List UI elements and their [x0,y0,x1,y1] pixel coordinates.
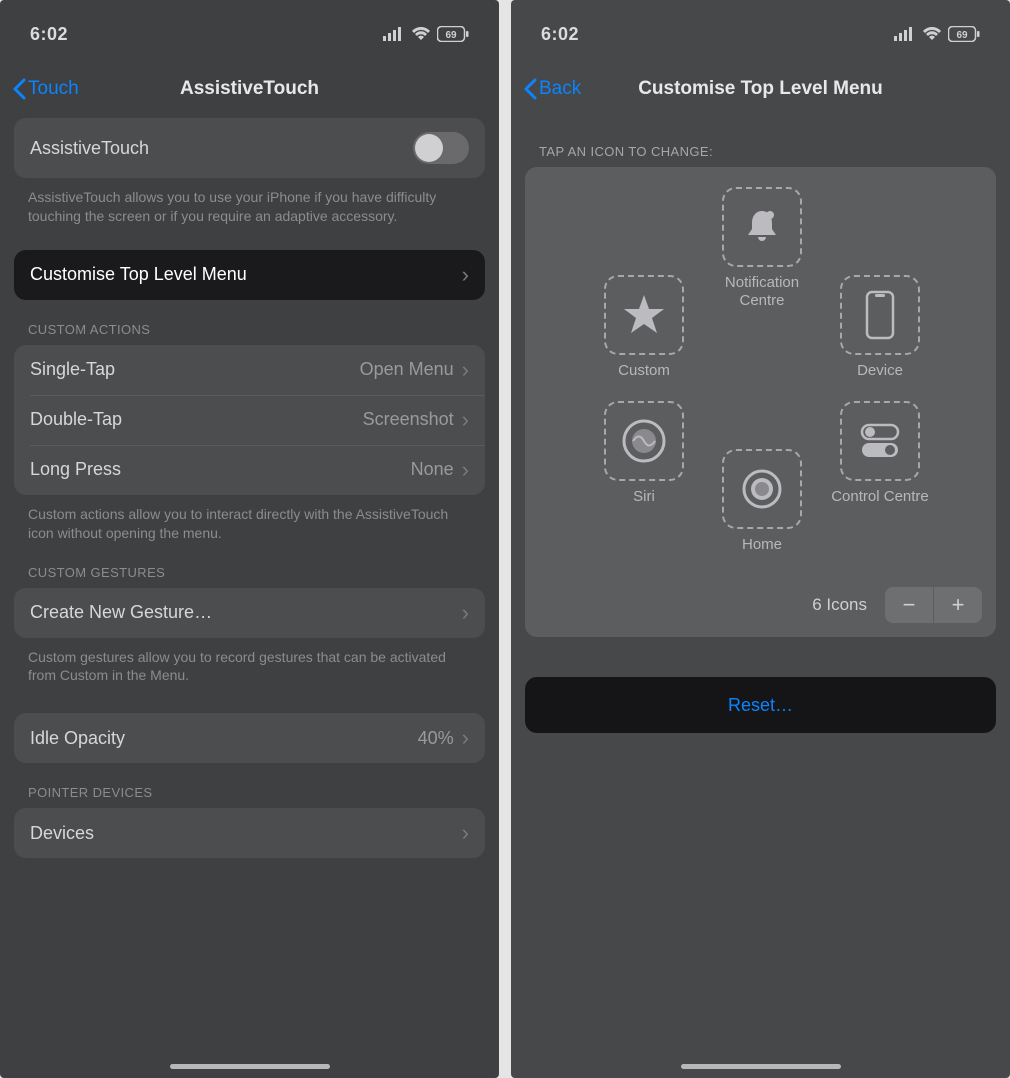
home-indicator[interactable] [170,1064,330,1069]
back-button[interactable]: Touch [12,78,79,100]
idle-opacity-value: 40% [418,728,454,749]
wifi-icon [922,27,942,41]
cellular-icon [383,27,405,41]
status-bar: 6:02 69 [511,0,1010,50]
pointer-devices-header: POINTER DEVICES [14,763,485,808]
home-slot[interactable]: Home [707,449,817,554]
chevron-right-icon: › [462,459,469,481]
chevron-right-icon: › [462,359,469,381]
custom-slot[interactable]: Custom [589,275,699,380]
svg-text:69: 69 [445,30,457,41]
notification-bell-icon [742,207,782,247]
status-time: 6:02 [30,24,68,45]
svg-text:69: 69 [956,30,968,41]
home-button-icon [740,467,784,511]
long-press-value: None [411,459,454,480]
single-tap-value: Open Menu [360,359,454,380]
back-label: Back [539,78,581,100]
create-gesture-label: Create New Gesture… [30,602,212,623]
status-right-cluster: 69 [894,26,980,42]
chevron-right-icon: › [462,727,469,749]
gestures-desc: Custom gestures allow you to record gest… [14,638,485,686]
chevron-left-icon [523,78,537,100]
chevron-left-icon [12,78,26,100]
status-time: 6:02 [541,24,579,45]
nav-header: Touch AssistiveTouch [0,50,499,118]
customise-top-level-menu-row[interactable]: Customise Top Level Menu › [14,250,485,300]
chevron-right-icon: › [462,264,469,286]
devices-label: Devices [30,823,94,844]
control-centre-slot[interactable]: Control Centre [825,401,935,506]
chevron-right-icon: › [462,602,469,624]
notification-centre-slot[interactable]: Notification Centre [707,187,817,310]
single-tap-row[interactable]: Single-Tap Open Menu › [14,345,485,395]
custom-star-icon [622,293,666,337]
siri-icon [621,418,667,464]
battery-icon: 69 [948,26,980,42]
icon-label: Device [857,362,903,380]
long-press-row[interactable]: Long Press None › [14,445,485,495]
page-title: Customise Top Level Menu [511,78,1010,100]
icon-area: Notification Centre Custom Device Siri C… [539,187,982,577]
icon-label: Control Centre [831,488,929,506]
create-gesture-row[interactable]: Create New Gesture… › [14,588,485,638]
device-phone-icon [865,290,895,340]
customise-label: Customise Top Level Menu [30,264,247,285]
reset-button[interactable]: Reset… [525,677,996,733]
idle-opacity-row[interactable]: Idle Opacity 40% › [14,713,485,763]
chevron-right-icon: › [462,409,469,431]
idle-opacity-label: Idle Opacity [30,728,125,749]
custom-actions-header: CUSTOM ACTIONS [14,300,485,345]
toggle-off[interactable] [413,132,469,164]
long-press-label: Long Press [30,459,121,480]
double-tap-row[interactable]: Double-Tap Screenshot › [14,395,485,445]
stepper-minus[interactable]: − [885,587,933,623]
left-phone-assistivetouch: 6:02 69 Touch AssistiveTouch AssistiveTo… [0,0,499,1078]
icon-label: Home [742,536,782,554]
status-right-cluster: 69 [383,26,469,42]
single-tap-label: Single-Tap [30,359,115,380]
double-tap-value: Screenshot [363,409,454,430]
device-slot[interactable]: Device [825,275,935,380]
icon-count: 6 Icons [812,595,867,615]
custom-actions-desc: Custom actions allow you to interact dir… [14,495,485,543]
assistivetouch-toggle-row[interactable]: AssistiveTouch [14,118,485,178]
home-indicator[interactable] [681,1064,841,1069]
icon-label: Custom [618,362,670,380]
icon-label: Siri [633,488,655,506]
toggle-desc: AssistiveTouch allows you to use your iP… [14,178,485,226]
right-phone-customise-menu: 6:02 69 Back Customise Top Level Menu TA… [511,0,1010,1078]
chevron-right-icon: › [462,822,469,844]
stepper-plus[interactable]: + [934,587,982,623]
reset-label: Reset… [728,695,793,716]
icon-count-stepper: − + [885,587,982,623]
cellular-icon [894,27,916,41]
siri-slot[interactable]: Siri [589,401,699,506]
icon-arrangement-panel: Notification Centre Custom Device Siri C… [525,167,996,637]
devices-row[interactable]: Devices › [14,808,485,858]
back-label: Touch [28,78,79,100]
double-tap-label: Double-Tap [30,409,122,430]
battery-icon: 69 [437,26,469,42]
toggle-label: AssistiveTouch [30,138,149,159]
wifi-icon [411,27,431,41]
back-button[interactable]: Back [523,78,581,100]
icon-label: Notification Centre [707,274,817,310]
nav-header: Back Customise Top Level Menu [511,50,1010,118]
custom-gestures-header: CUSTOM GESTURES [14,543,485,588]
tap-prompt: TAP AN ICON TO CHANGE: [525,118,996,167]
control-centre-icon [858,421,902,461]
status-bar: 6:02 69 [0,0,499,50]
icon-count-row: 6 Icons − + [539,577,982,623]
